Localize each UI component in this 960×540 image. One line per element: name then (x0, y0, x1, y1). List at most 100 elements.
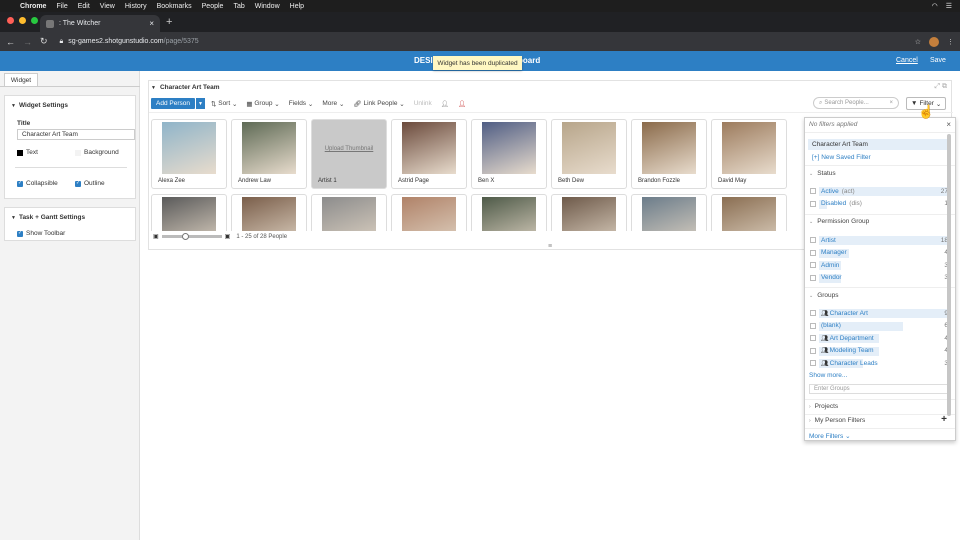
filter-checkbox[interactable] (810, 274, 816, 281)
person-card[interactable]: Brandon Fozzle (631, 119, 707, 189)
menu-bookmarks[interactable]: Bookmarks (157, 3, 192, 10)
filter-checkbox[interactable] (810, 335, 816, 341)
filter-panel-scrollbar[interactable] (947, 134, 951, 416)
small-grid-icon[interactable]: ▣ (153, 233, 159, 240)
person-card[interactable]: Ben X (471, 119, 547, 189)
person-thumbnail[interactable] (562, 197, 616, 231)
filter-checkbox[interactable] (810, 360, 816, 366)
filter-option[interactable]: Disabled(dis)1 (810, 199, 948, 209)
person-icon[interactable]: 👤︎ (441, 100, 449, 108)
person-card[interactable] (231, 194, 307, 231)
filter-option[interactable]: 👥︎Character Leads3 (810, 358, 948, 368)
person-thumbnail[interactable] (402, 197, 456, 231)
clear-search-icon[interactable]: × (889, 100, 893, 106)
person-thumbnail[interactable] (562, 122, 616, 174)
bookmark-star-icon[interactable]: ☆ (915, 38, 921, 46)
more-filters-menu[interactable]: More Filters ⌄ (809, 432, 851, 440)
projects-section-header[interactable]: › Projects (809, 403, 838, 410)
person-name[interactable]: Andrew Law (238, 178, 271, 184)
widget-title[interactable]: ▼ Character Art Team (151, 84, 220, 91)
person-thumbnail[interactable] (482, 122, 536, 174)
enter-groups-input[interactable]: Enter Groups (809, 384, 949, 394)
search-people-input[interactable]: ⌕ Search People... × (813, 97, 899, 109)
status-section-header[interactable]: ⌄ Status (809, 170, 836, 177)
browser-tab[interactable]: : The Witcher × (40, 15, 160, 32)
upload-thumbnail-link[interactable]: Upload Thumbnail (312, 146, 386, 152)
person-name[interactable]: Brandon Fozzle (638, 178, 680, 184)
close-tab-icon[interactable]: × (149, 19, 154, 28)
filter-checkbox[interactable] (810, 237, 816, 243)
minimize-window-icon[interactable] (19, 17, 26, 24)
link-people-menu[interactable]: 🔗︎ Link People ⌄ (353, 100, 404, 108)
person-name[interactable]: Beth Dew (558, 178, 584, 184)
cancel-button[interactable]: Cancel (896, 57, 918, 64)
person-card[interactable]: Beth Dew (551, 119, 627, 189)
menu-file[interactable]: File (56, 3, 67, 10)
person-name[interactable]: David May (718, 178, 746, 184)
text-color-swatch[interactable] (17, 149, 23, 156)
person-thumbnail[interactable] (242, 122, 296, 174)
filter-checkbox[interactable] (810, 249, 816, 256)
person-name[interactable]: Ben X (478, 178, 494, 184)
save-button[interactable]: Save (930, 57, 946, 64)
person-thumbnail[interactable] (162, 122, 216, 174)
background-color-swatch[interactable] (75, 149, 81, 156)
large-grid-icon[interactable]: ▣ (225, 233, 231, 240)
permission-section-header[interactable]: ⌄ Permission Group (809, 218, 869, 225)
menu-tab[interactable]: Tab (233, 3, 244, 10)
person-card[interactable] (471, 194, 547, 231)
menu-history[interactable]: History (125, 3, 147, 10)
person-card[interactable]: Astrid Page (391, 119, 467, 189)
widget-settings-heading[interactable]: ▼ Widget Settings (5, 96, 135, 109)
add-filter-icon[interactable]: + (941, 414, 947, 425)
filter-checkbox[interactable] (810, 188, 816, 194)
filter-option[interactable]: 👥︎Character Art9 (810, 308, 948, 318)
person-name[interactable]: Astrid Page (398, 178, 429, 184)
unlink-button[interactable]: Unlink (414, 100, 432, 107)
person-card[interactable]: Alexa Zee (151, 119, 227, 189)
outline-option[interactable]: Outline (75, 180, 105, 187)
filter-option[interactable]: 👥︎Modeling Team4 (810, 346, 948, 356)
filter-option[interactable]: Vendor3 (810, 273, 948, 283)
saved-filter-item[interactable]: Character Art Team (812, 141, 868, 148)
person-name[interactable]: Alexa Zee (158, 178, 185, 184)
person-card[interactable] (631, 194, 707, 231)
person-thumbnail[interactable] (642, 122, 696, 174)
more-menu[interactable]: More ⌄ (322, 100, 344, 108)
person-thumbnail[interactable] (402, 122, 456, 174)
person-thumbnail[interactable] (722, 197, 776, 231)
filter-option[interactable]: Artist 18 (810, 235, 948, 245)
add-person-dropdown-icon[interactable]: ▼ (195, 98, 205, 109)
forward-icon[interactable]: → (23, 37, 32, 47)
remove-person-icon[interactable]: 👤︎ (458, 100, 466, 108)
back-icon[interactable]: ← (6, 37, 15, 47)
outline-checkbox[interactable] (75, 180, 81, 187)
menu-window[interactable]: Window (255, 3, 280, 10)
title-input[interactable] (17, 129, 135, 140)
menu-edit[interactable]: Edit (78, 3, 90, 10)
wifi-icon[interactable]: ◠ (932, 2, 938, 10)
background-color-option[interactable]: Background (75, 149, 119, 156)
person-card[interactable]: David May (711, 119, 787, 189)
task-gantt-heading[interactable]: ▼ Task + Gantt Settings (5, 208, 135, 221)
collapsible-checkbox[interactable] (17, 180, 23, 187)
resize-handle-icon[interactable]: ≡ (548, 243, 552, 250)
group-menu[interactable]: ▦ Group ⌄ (246, 100, 279, 108)
filter-option[interactable]: Admin3 (810, 260, 948, 270)
filter-checkbox[interactable] (810, 262, 816, 268)
reload-icon[interactable]: ↻ (40, 36, 48, 47)
url-field[interactable]: 🔒︎ sg-games2.shotgunstudio.com/page/5375 (60, 38, 199, 46)
menu-app-name[interactable]: Chrome (20, 3, 46, 10)
person-thumbnail[interactable] (642, 197, 696, 231)
menu-view[interactable]: View (100, 3, 115, 10)
my-person-filters-header[interactable]: › My Person Filters (809, 417, 865, 424)
close-window-icon[interactable] (7, 17, 14, 24)
person-thumbnail[interactable] (162, 197, 216, 231)
show-toolbar-checkbox[interactable] (17, 230, 23, 237)
menu-help[interactable]: Help (290, 3, 304, 10)
maximize-window-icon[interactable] (31, 17, 38, 24)
filter-checkbox[interactable] (810, 310, 816, 316)
add-person-button[interactable]: Add Person (151, 98, 195, 109)
text-color-option[interactable]: Text (17, 149, 38, 156)
person-card[interactable] (151, 194, 227, 231)
